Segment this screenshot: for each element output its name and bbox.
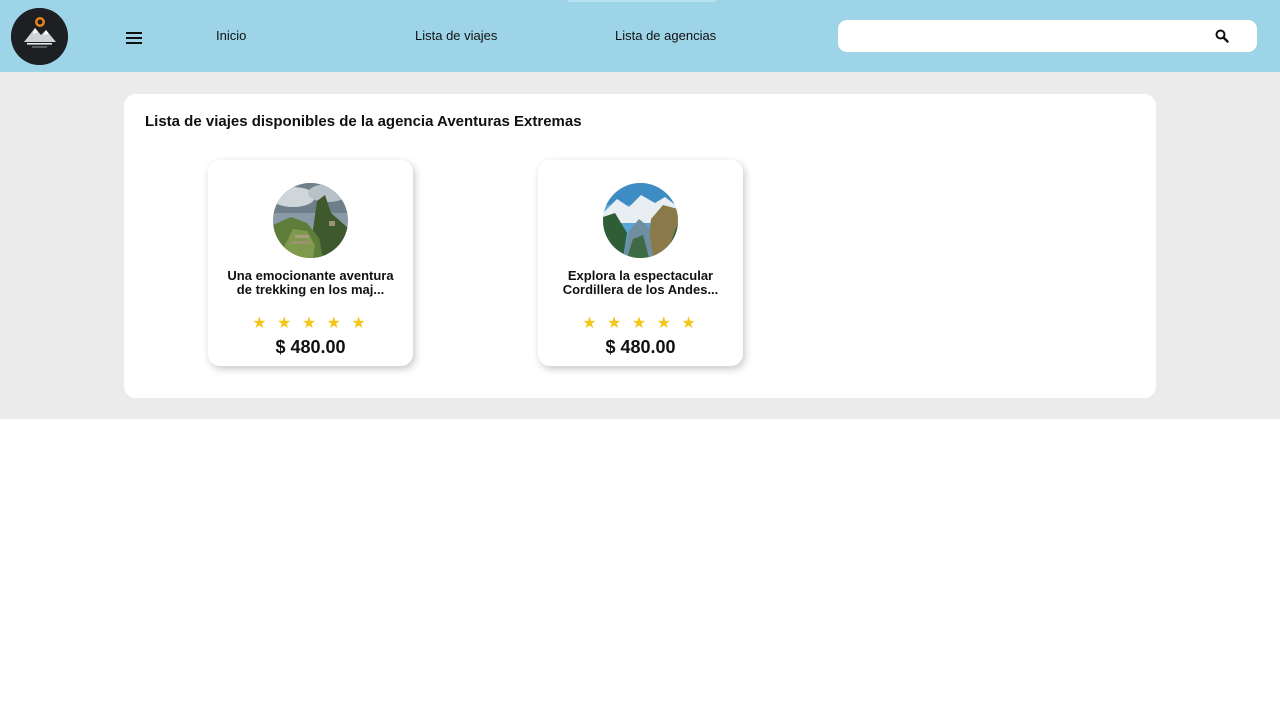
rating-stars: ★ ★ ★ ★ ★ (582, 315, 699, 332)
trips-panel: Lista de viajes disponibles de la agenci… (124, 94, 1156, 398)
nav-link-lista-de-agencias[interactable]: Lista de agencias (615, 28, 716, 44)
mountain-logo-icon[interactable] (11, 8, 68, 65)
search-icon[interactable] (1215, 29, 1229, 43)
trip-price: $ 480.00 (275, 337, 346, 357)
search-bar (838, 20, 1257, 52)
top-navbar: Inicio Lista de viajes Lista de agencias (0, 0, 1280, 72)
hamburger-menu-icon[interactable] (122, 26, 146, 50)
andes-valley-photo (603, 183, 678, 258)
trip-title: Explora la espectacular Cordillera de lo… (562, 268, 719, 297)
page-title: Lista de viajes disponibles de la agenci… (145, 113, 582, 130)
trip-title: Una emocionante aventura de trekking en … (227, 268, 394, 297)
rating-stars: ★ ★ ★ ★ ★ (252, 315, 369, 332)
trip-card[interactable]: Una emocionante aventura de trekking en … (208, 160, 413, 366)
active-tab-indicator (568, 0, 716, 2)
nav-link-inicio[interactable]: Inicio (216, 28, 246, 44)
trip-price: $ 480.00 (605, 337, 676, 357)
trip-card[interactable]: Explora la espectacular Cordillera de lo… (538, 160, 743, 366)
machu-picchu-photo (273, 183, 348, 258)
search-input[interactable] (850, 26, 1200, 46)
nav-link-lista-de-viajes[interactable]: Lista de viajes (415, 28, 497, 44)
